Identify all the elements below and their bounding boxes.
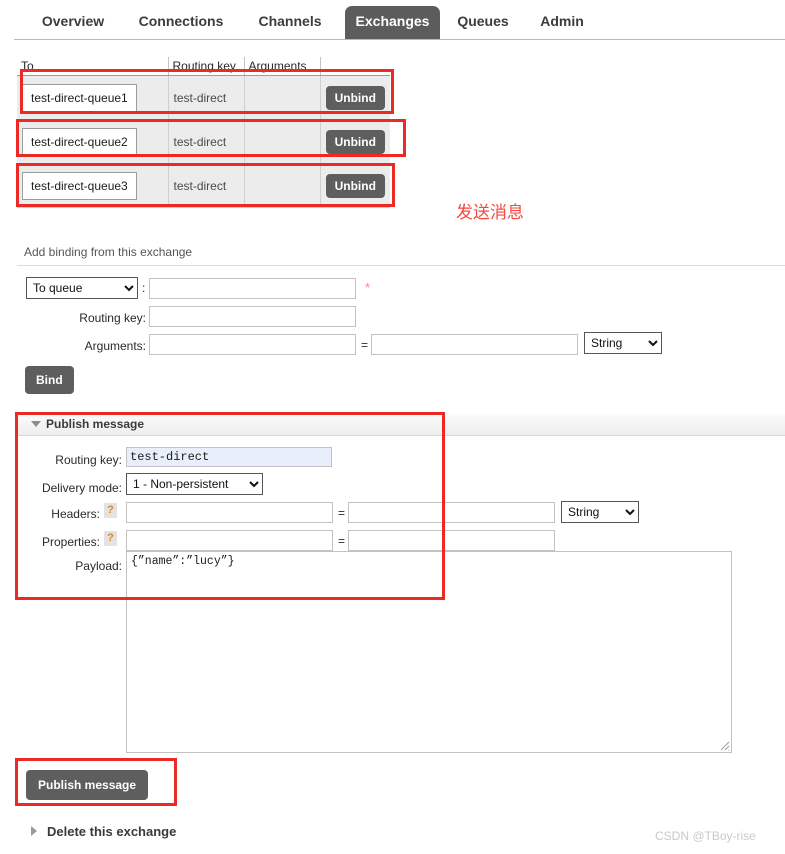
collapse-triangle-down-icon[interactable] xyxy=(31,421,41,427)
binding-routing-key-cell: test-direct xyxy=(168,119,245,164)
binding-destination-select[interactable]: To queueTo exchange xyxy=(26,277,138,299)
headers-value-input[interactable] xyxy=(348,502,555,523)
binding-routing-key-input[interactable] xyxy=(149,306,356,327)
tab-overview[interactable]: Overview xyxy=(28,6,118,39)
properties-label: Properties: xyxy=(41,535,100,549)
bind-button[interactable]: Bind xyxy=(25,366,74,394)
annotation-text-send-message: 发送消息 xyxy=(456,203,524,223)
tab-exchanges[interactable]: Exchanges xyxy=(345,6,440,39)
binding-action-cell: Unbind xyxy=(320,163,390,208)
binding-arguments-type-select[interactable]: StringNumberBooleanList xyxy=(584,332,662,354)
add-binding-divider xyxy=(17,265,785,266)
colon-separator: : xyxy=(142,281,146,295)
headers-key-input[interactable] xyxy=(126,502,333,523)
payload-textarea[interactable] xyxy=(126,551,732,753)
table-row: test-direct-queue1 test-direct Unbind xyxy=(17,75,390,120)
column-header-actions xyxy=(320,57,390,76)
binding-arguments-label: Arguments: xyxy=(84,339,146,353)
binding-action-cell: Unbind xyxy=(320,119,390,164)
queue-link[interactable]: test-direct-queue1 xyxy=(22,83,137,112)
payload-label: Payload: xyxy=(75,559,122,573)
unbind-button[interactable]: Unbind xyxy=(325,85,385,110)
table-row: test-direct-queue3 test-direct Unbind xyxy=(17,163,390,208)
headers-help-icon[interactable]: ? xyxy=(104,503,117,518)
binding-destination-cell: test-direct-queue2 xyxy=(17,119,169,164)
tab-admin[interactable]: Admin xyxy=(526,6,598,39)
headers-label: Headers: xyxy=(51,507,100,521)
binding-action-cell: Unbind xyxy=(320,75,390,120)
binding-arguments-cell xyxy=(244,75,321,120)
required-asterisk: * xyxy=(365,280,371,295)
unbind-button[interactable]: Unbind xyxy=(325,173,385,198)
add-binding-heading: Add binding from this exchange xyxy=(24,245,193,259)
properties-equals-sign: = xyxy=(338,534,346,548)
column-header-to: To xyxy=(17,57,169,76)
table-header-row: To Routing key Arguments xyxy=(17,57,390,76)
binding-routing-key-cell: test-direct xyxy=(168,163,245,208)
publish-routing-key-input[interactable] xyxy=(126,447,332,467)
expand-triangle-right-icon[interactable] xyxy=(31,826,37,836)
headers-equals-sign: = xyxy=(338,506,346,520)
tab-connections[interactable]: Connections xyxy=(122,6,240,39)
queue-link[interactable]: test-direct-queue2 xyxy=(22,127,137,156)
headers-type-select[interactable]: StringNumberBooleanList xyxy=(561,501,639,523)
bindings-table: To Routing key Arguments test-direct-que… xyxy=(17,57,390,208)
binding-destination-cell: test-direct-queue1 xyxy=(17,75,169,120)
table-row: test-direct-queue2 test-direct Unbind xyxy=(17,119,390,164)
publish-routing-key-label: Routing key: xyxy=(55,453,122,467)
binding-arguments-value-input[interactable] xyxy=(371,334,578,355)
properties-key-input[interactable] xyxy=(126,530,333,551)
publish-message-title: Publish message xyxy=(46,417,145,431)
binding-routing-key-cell: test-direct xyxy=(168,75,245,120)
delete-exchange-link[interactable]: Delete this exchange xyxy=(47,824,176,839)
delivery-mode-select[interactable]: 1 - Non-persistent2 - Persistent xyxy=(126,473,263,495)
nav-divider xyxy=(14,39,785,40)
binding-destination-input[interactable] xyxy=(149,278,356,299)
arguments-equals-sign: = xyxy=(361,338,369,352)
binding-destination-cell: test-direct-queue3 xyxy=(17,163,169,208)
column-header-routing-key: Routing key xyxy=(168,57,245,76)
binding-arguments-key-input[interactable] xyxy=(149,334,356,355)
main-navigation: Overview Connections Channels Exchanges … xyxy=(0,0,785,40)
tab-queues[interactable]: Queues xyxy=(444,6,522,39)
unbind-button[interactable]: Unbind xyxy=(325,129,385,154)
properties-help-icon[interactable]: ? xyxy=(104,531,117,546)
binding-arguments-cell xyxy=(244,163,321,208)
publish-message-button[interactable]: Publish message xyxy=(26,770,149,800)
column-header-arguments: Arguments xyxy=(244,57,321,76)
binding-routing-key-label: Routing key: xyxy=(79,311,146,325)
properties-value-input[interactable] xyxy=(348,530,555,551)
watermark-text: CSDN @TBoy-rise xyxy=(655,829,756,843)
tab-channels[interactable]: Channels xyxy=(244,6,336,39)
queue-link[interactable]: test-direct-queue3 xyxy=(22,171,137,200)
delivery-mode-label: Delivery mode: xyxy=(41,481,122,495)
binding-arguments-cell xyxy=(244,119,321,164)
